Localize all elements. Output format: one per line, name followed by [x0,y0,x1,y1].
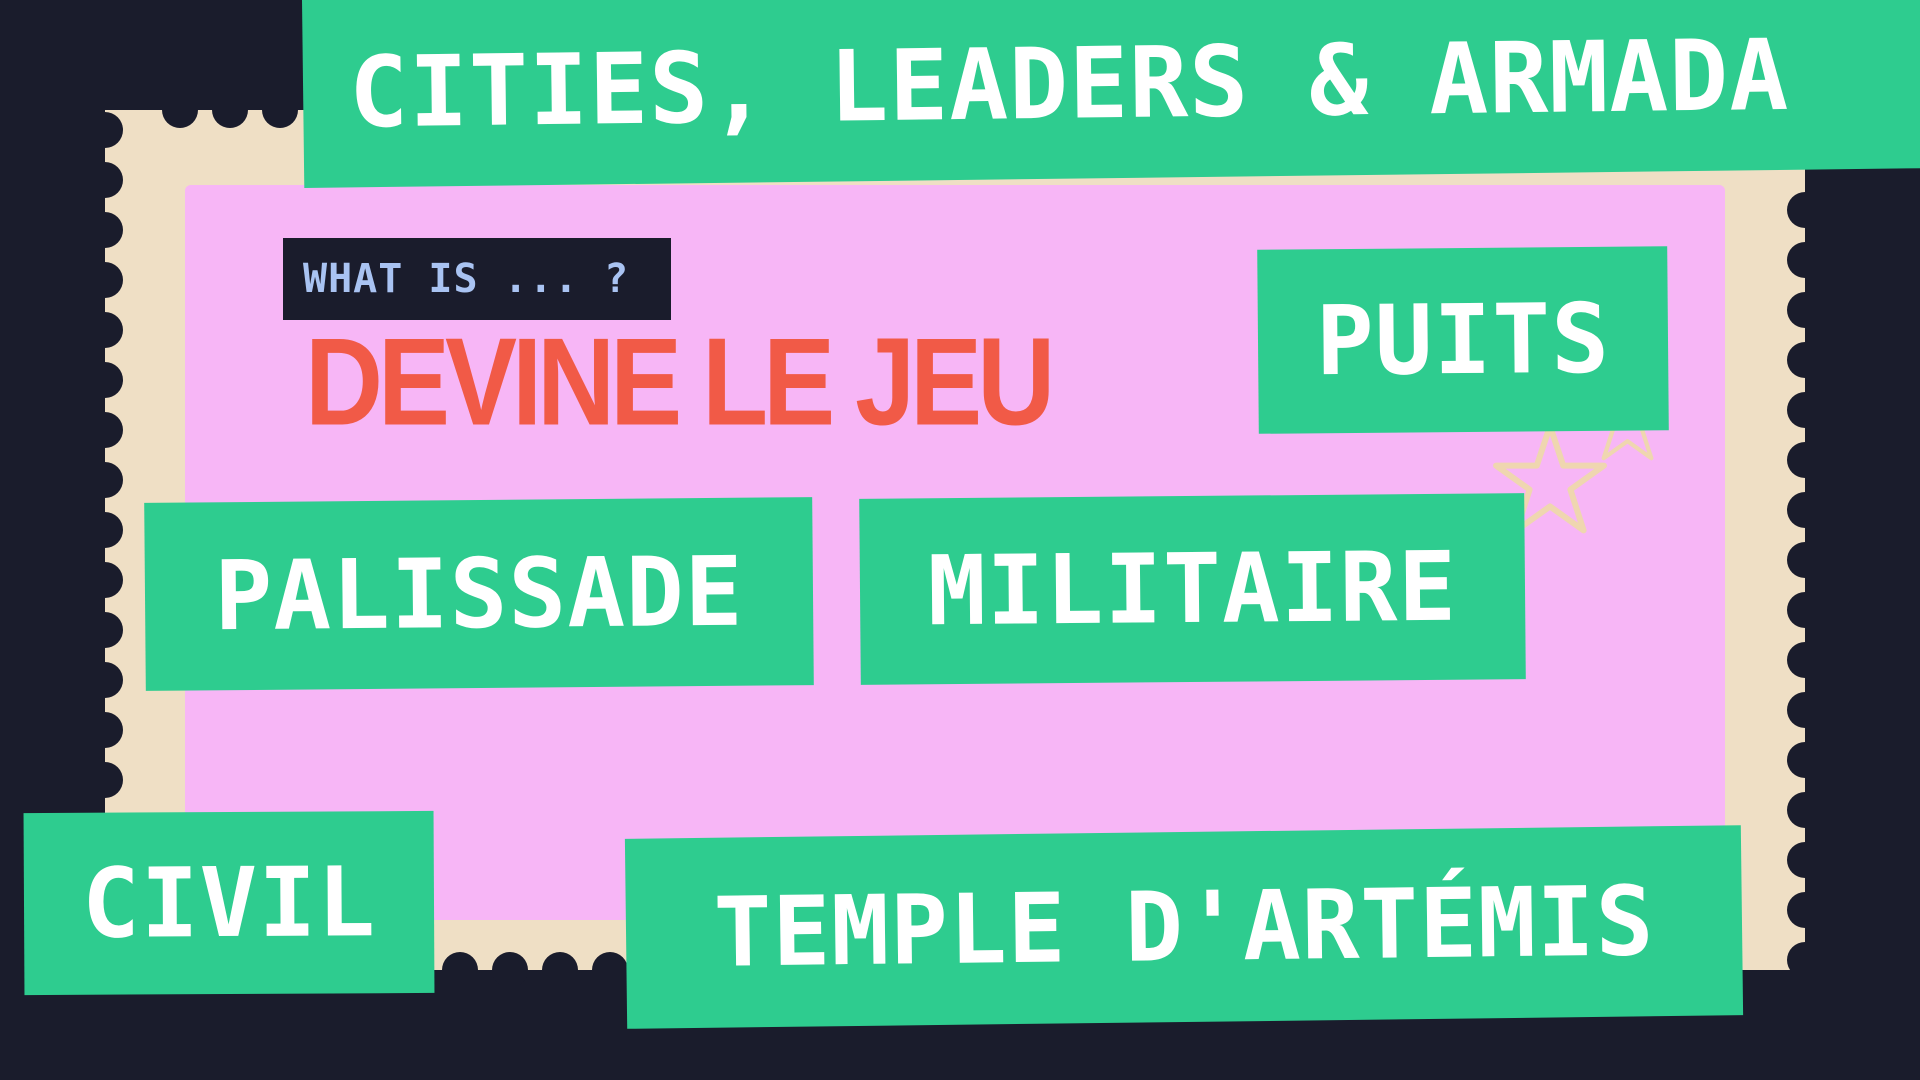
perforation-hole [1787,392,1823,428]
perforation-hole [87,112,123,148]
perforation-hole [1787,342,1823,378]
perforation-hole [1787,942,1823,978]
perforation-hole [592,952,628,988]
word-tag-puits: PUITS [1257,246,1669,434]
perforation-hole [492,952,528,988]
perforation-hole [212,92,248,128]
perforation-hole [87,562,123,598]
perforation-hole [1787,242,1823,278]
perforation-hole [162,92,198,128]
perforation-hole [1787,742,1823,778]
word-tag-civil: CIVIL [23,810,435,996]
perforation-hole [1787,642,1823,678]
perforation-hole [87,712,123,748]
word-tag-palissade: PALISSADE [144,497,814,691]
perforation-hole [87,662,123,698]
perforation-hole [1787,542,1823,578]
word-tag-militaire: MILITAIRE [859,493,1526,685]
perforation-hole [87,512,123,548]
perforation-hole [87,762,123,798]
word-tag-temple: TEMPLE D'ARTÉMIS [624,825,1744,1029]
what-is-badge: WHAT IS ... ? [283,238,671,320]
perforation-hole [87,612,123,648]
perforation-hole [87,312,123,348]
perforation-hole [1787,442,1823,478]
perforation-hole [1787,792,1823,828]
perforation-hole [87,262,123,298]
perforation-hole [87,462,123,498]
perforation-hole [87,412,123,448]
perforation-hole [87,212,123,248]
perforation-hole [1787,592,1823,628]
perforation-hole [1787,842,1823,878]
perforation-hole [1787,692,1823,728]
devine-le-jeu-headline: DEVINE LE JEU [305,311,1055,452]
game-title-banner: CITIES, LEADERS & ARMADA [302,0,1920,188]
perforation-hole [1787,492,1823,528]
perforation-hole [542,952,578,988]
perforation-hole [1787,892,1823,928]
perforation-hole [1787,192,1823,228]
perforation-hole [262,92,298,128]
perforation-hole [1787,292,1823,328]
perforation-hole [442,952,478,988]
perforation-hole [87,362,123,398]
perforation-hole [87,162,123,198]
